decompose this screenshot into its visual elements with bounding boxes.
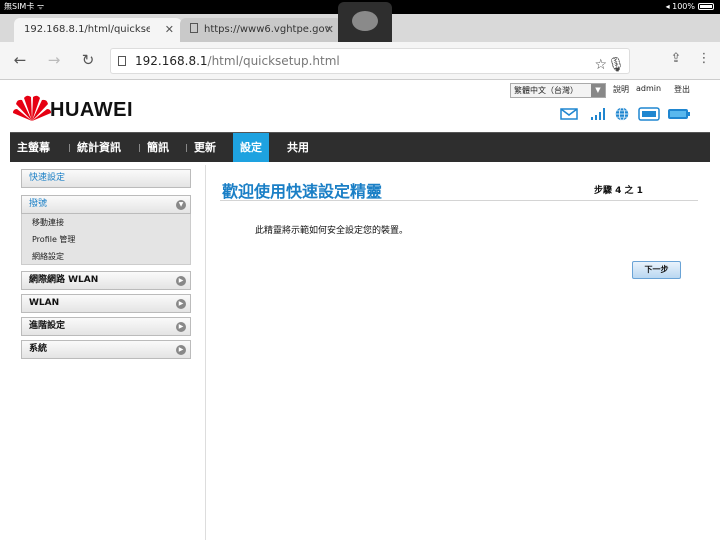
step-indicator: 步驟 4 之 1 xyxy=(594,186,643,196)
content-divider xyxy=(205,165,206,540)
huawei-wordmark: HUAWEI xyxy=(50,99,133,121)
nav-update[interactable]: 更新 xyxy=(187,133,223,162)
signal-strength-icon xyxy=(591,108,605,120)
help-link[interactable]: 說明 xyxy=(613,84,629,95)
close-tab-icon[interactable]: ✕ xyxy=(165,18,174,42)
sidebar-item-label: 網際網路 WLAN xyxy=(29,275,99,285)
sidebar-item-advanced[interactable]: 進階設定 ▶ xyxy=(21,317,191,336)
chevron-right-icon: ▶ xyxy=(176,345,186,355)
page-title: 歡迎使用快速設定精靈 xyxy=(222,182,383,201)
back-arrow-icon[interactable]: ← xyxy=(10,51,30,69)
microphone-icon[interactable]: 🎙 xyxy=(607,53,625,77)
title-divider xyxy=(220,200,698,201)
menu-icon[interactable]: ⋮ xyxy=(694,51,714,66)
url-host: 192.168.8.1 xyxy=(135,54,208,68)
network-4g-icon xyxy=(638,107,660,121)
close-tab-icon[interactable]: ✕ xyxy=(325,18,334,42)
sidebar-item-label: 進階設定 xyxy=(29,321,66,331)
address-bar[interactable]: 192.168.8.1/html/quicksetup.html ☆ 🎙 xyxy=(110,48,630,74)
sidebar-item-profile-management[interactable]: Profile 管理 xyxy=(21,231,191,248)
url-path: /html/quicksetup.html xyxy=(207,54,340,68)
sidebar-item-dialup[interactable]: 撥號 ▼ xyxy=(21,195,191,214)
share-icon[interactable]: ⇪ xyxy=(666,51,686,66)
chevron-down-icon: ▼ xyxy=(176,200,186,210)
record-icon xyxy=(352,11,378,31)
reload-icon[interactable]: ↻ xyxy=(78,51,98,69)
nav-share[interactable]: 共用 xyxy=(280,133,316,162)
page-icon xyxy=(190,23,198,33)
nav-home[interactable]: 主螢幕 xyxy=(10,133,57,162)
battery-icon xyxy=(698,3,714,10)
tab-quicksetup[interactable]: 192.168.8.1/html/quicksetu ✕ xyxy=(14,18,182,42)
battery-level-icon xyxy=(668,109,690,119)
bookmark-star-icon[interactable]: ☆ xyxy=(594,53,607,77)
sidebar-item-system[interactable]: 系統 ▶ xyxy=(21,340,191,359)
language-select[interactable]: 繁體中文（台灣） ▼ xyxy=(510,83,606,98)
logout-link[interactable]: 登出 xyxy=(674,84,690,95)
language-value: 繁體中文（台灣） xyxy=(514,86,578,95)
sidebar-item-wlan[interactable]: WLAN ▶ xyxy=(21,294,191,313)
next-button[interactable]: 下一步 xyxy=(632,261,681,279)
nav-settings[interactable]: 設定 xyxy=(233,133,269,162)
forward-arrow-icon[interactable]: → xyxy=(44,51,64,69)
router-header: 繁體中文（台灣） ▼ 說明 admin 登出 HUAWEI xyxy=(10,80,710,132)
main-nav: 主螢幕 統計資訊 簡訊 更新 設定 共用 xyxy=(10,132,710,162)
chevron-right-icon: ▶ xyxy=(176,322,186,332)
sidebar-item-quick-setup[interactable]: 快速設定 xyxy=(21,169,191,188)
chevron-down-icon: ▼ xyxy=(591,84,605,97)
huawei-logo-icon xyxy=(13,95,51,121)
browser-toolbar: ← → ↻ 192.168.8.1/html/quicksetup.html ☆… xyxy=(0,42,720,80)
nav-sms[interactable]: 簡訊 xyxy=(140,133,176,162)
battery-status: ◂ 100% xyxy=(666,0,714,14)
sidebar-item-label: WLAN xyxy=(29,298,60,308)
chevron-right-icon: ▶ xyxy=(176,276,186,286)
tab-title: https://www6.vghtpe.gov.tw xyxy=(204,24,330,35)
globe-icon xyxy=(615,107,629,121)
nav-statistics[interactable]: 統計資訊 xyxy=(70,133,128,162)
sidebar-item-label: 快速設定 xyxy=(29,173,66,183)
page-icon xyxy=(118,56,126,66)
wizard-description: 此精靈將示範如何安全設定您的裝置。 xyxy=(255,226,409,236)
sidebar-item-internet-wlan[interactable]: 網際網路 WLAN ▶ xyxy=(21,271,191,290)
sidebar-item-label: 系統 xyxy=(29,344,48,354)
sidebar-item-network-settings[interactable]: 網絡設定 xyxy=(21,248,191,265)
sidebar-item-mobile-connection[interactable]: 移動連接 xyxy=(21,214,191,231)
mail-icon[interactable] xyxy=(560,107,578,121)
tab-title: 192.168.8.1/html/quicksetu xyxy=(24,24,150,35)
chevron-right-icon: ▶ xyxy=(176,299,186,309)
sidebar-item-label: 撥號 xyxy=(29,199,48,209)
username: admin xyxy=(636,84,662,93)
tab-vghtpe[interactable]: https://www6.vghtpe.gov.tw ✕ xyxy=(180,18,342,42)
